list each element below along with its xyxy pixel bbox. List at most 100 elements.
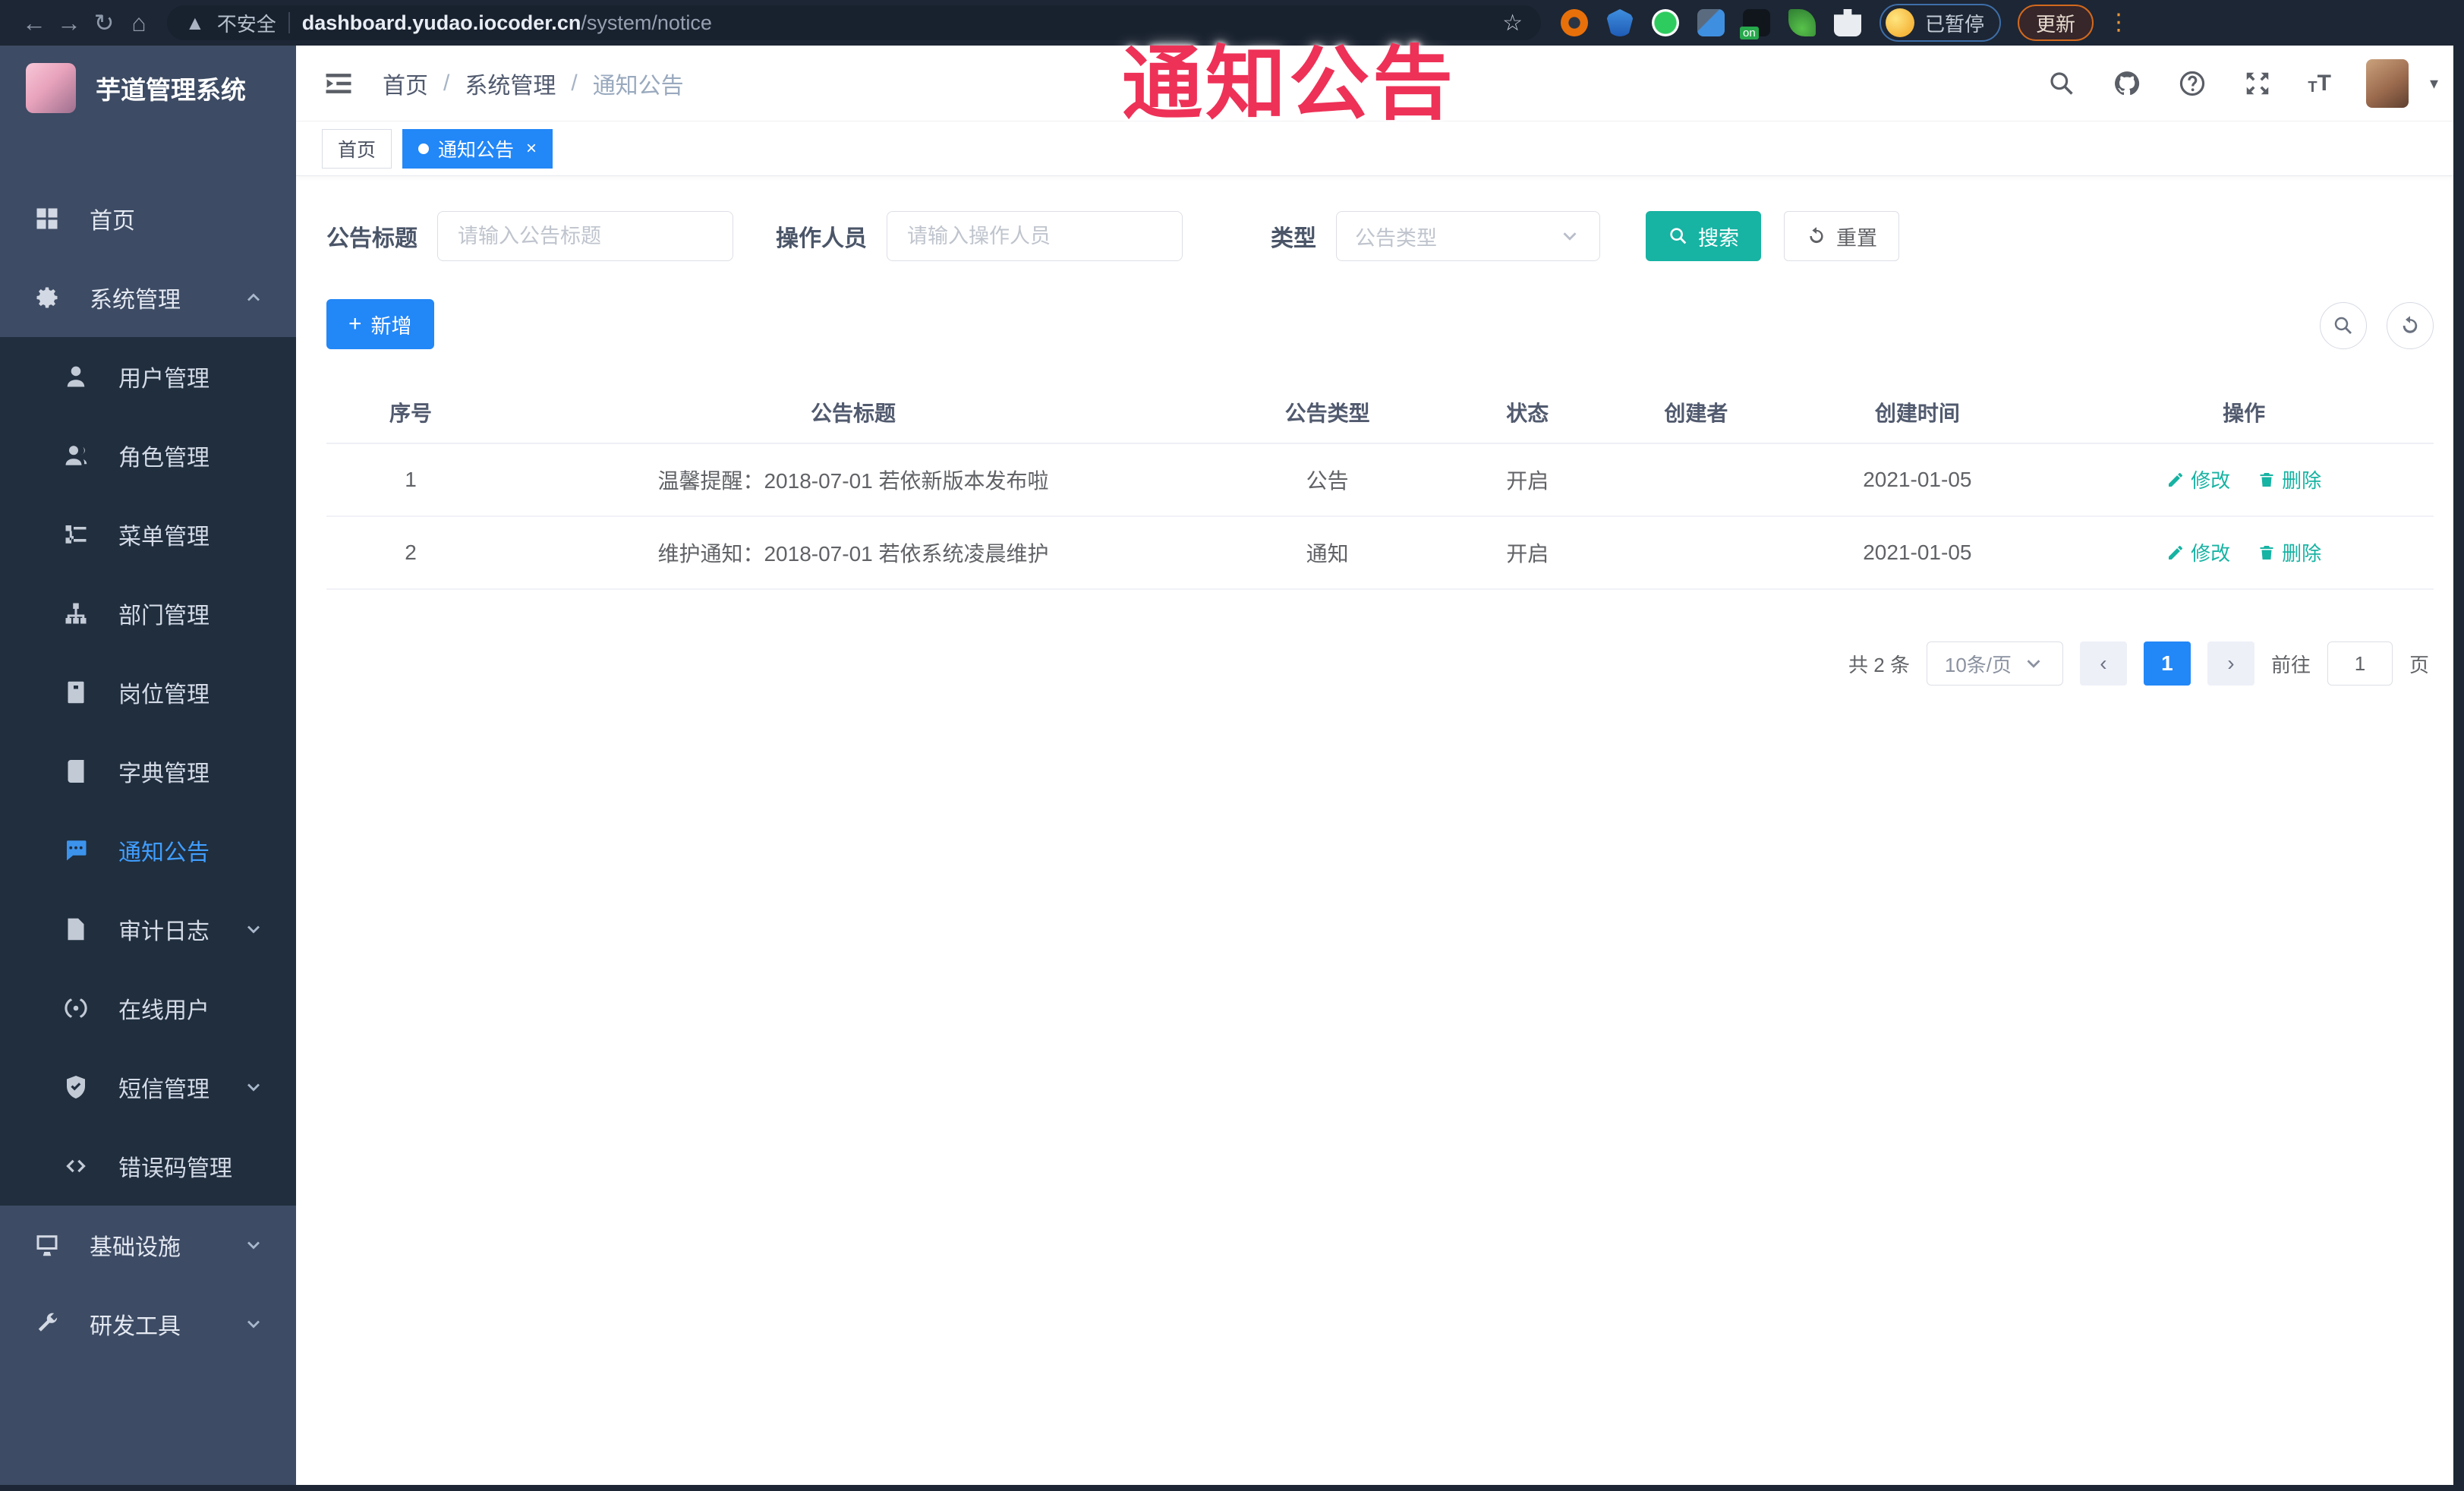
sidebar-item-label: 错误码管理 — [118, 1156, 232, 1181]
sidebar-item-post-mgmt[interactable]: 岗位管理 — [0, 653, 296, 732]
help-icon[interactable] — [2177, 68, 2207, 99]
log-icon — [61, 916, 91, 943]
sidebar-submenu: 用户管理角色管理 菜单管理 部门管理 岗位管理 字典管理 通知公告 审计日志在线用户短信管理… — [0, 337, 296, 1206]
page-size-value: 10条/页 — [1944, 653, 2012, 676]
chevron-down-icon — [243, 1234, 264, 1256]
sidebar-item-online-user[interactable]: 在线用户 — [0, 969, 296, 1048]
sidebar-item-system[interactable]: 系统管理 — [0, 258, 296, 337]
browser-menu-kebab-icon[interactable]: ⋮ — [2107, 11, 2131, 34]
sidebar-item-home[interactable]: 首页 — [0, 179, 296, 258]
sidebar-item-label: 用户管理 — [118, 367, 210, 392]
sidebar: 芋道管理系统 首页 系统管理用户管理角色管理 菜单管理 部门管理 岗位管理 字典管理 通知公… — [0, 46, 296, 1491]
extension-leaf-icon[interactable] — [1788, 9, 1816, 36]
extension-on-badge-icon[interactable] — [1740, 9, 1770, 39]
sidebar-item-sms-mgmt[interactable]: 短信管理 — [0, 1048, 296, 1127]
avatar-caret-icon[interactable]: ▾ — [2430, 74, 2438, 93]
github-icon[interactable] — [2112, 68, 2142, 99]
column-header: 公告标题 — [495, 381, 1212, 444]
next-page-button[interactable]: › — [2207, 641, 2254, 686]
add-button[interactable]: + 新增 — [326, 299, 434, 349]
main-area: 首页 / 系统管理 / 通知公告 TT ▾ 首页 通知公告 × 公告标题 请输入… — [296, 46, 2464, 1491]
search-icon[interactable] — [2047, 68, 2077, 99]
cell-type: 公告 — [1211, 443, 1444, 517]
sidebar-logo-row[interactable]: 芋道管理系统 — [0, 46, 296, 131]
sidebar-item-audit-log[interactable]: 审计日志 — [0, 890, 296, 969]
extension-green-circle-icon[interactable] — [1652, 9, 1679, 36]
badge-icon — [61, 679, 91, 706]
font-size-icon[interactable]: TT — [2308, 71, 2331, 95]
sidebar-item-menu-mgmt[interactable]: 菜单管理 — [0, 495, 296, 574]
column-header: 操作 — [2054, 381, 2434, 444]
filter-operator-label: 操作人员 — [776, 226, 867, 251]
sidebar-item-label: 在线用户 — [118, 998, 210, 1023]
operator-input[interactable] — [887, 211, 1183, 261]
extension-blue-icon[interactable] — [1606, 9, 1634, 36]
notice-title-input[interactable] — [437, 211, 733, 261]
pagination-total: 共 2 条 — [1848, 653, 1910, 676]
sidebar-item-infra[interactable]: 基础设施 — [0, 1206, 296, 1285]
sidebar-item-user-mgmt[interactable]: 用户管理 — [0, 337, 296, 416]
table-toolbar: + 新增 — [326, 261, 2434, 349]
security-warning-icon: ▲ — [185, 11, 205, 34]
edit-link-label: 修改 — [2191, 542, 2231, 566]
close-icon[interactable]: × — [526, 138, 537, 159]
extension-grid-icon[interactable] — [1697, 9, 1725, 36]
goto-page-input[interactable] — [2327, 641, 2393, 686]
search-button-label: 搜索 — [1698, 226, 1739, 250]
filter-form: 公告标题 操作人员 类型 公告类型 搜索 重置 — [326, 211, 2434, 261]
cell-type: 通知 — [1211, 516, 1444, 590]
navbar-icons: TT ▾ — [2047, 58, 2438, 108]
column-header: 序号 — [326, 381, 496, 444]
extension-puzzle-icon[interactable] — [1834, 9, 1861, 36]
breadcrumb-item[interactable]: 系统管理 — [465, 67, 556, 100]
sidebar-item-errcode-mgmt[interactable]: 错误码管理 — [0, 1127, 296, 1206]
cell-created: 2021-01-05 — [1780, 516, 2055, 590]
bookmark-star-icon[interactable]: ☆ — [1502, 10, 1523, 36]
sidebar-item-notice[interactable]: 通知公告 — [0, 811, 296, 890]
cell-actions: 修改 删除 — [2054, 443, 2434, 517]
browser-update-button[interactable]: 更新 — [2018, 5, 2094, 41]
sidebar-item-dev-tools[interactable]: 研发工具 — [0, 1285, 296, 1363]
cell-status: 开启 — [1443, 516, 1612, 590]
tab-通知公告[interactable]: 通知公告 × — [402, 128, 553, 169]
browser-forward-icon[interactable]: → — [52, 0, 87, 46]
extension-orange-icon[interactable] — [1561, 9, 1588, 36]
breadcrumb-item[interactable]: 首页 — [383, 67, 428, 100]
org-icon — [61, 600, 91, 627]
browser-profile-chip[interactable]: 已暂停 — [1880, 4, 2002, 42]
edit-link[interactable]: 修改 — [2166, 538, 2230, 566]
sidebar-item-label: 基础设施 — [90, 1235, 181, 1260]
app-logo — [26, 63, 76, 113]
browser-refresh-icon[interactable]: ↻ — [87, 0, 121, 46]
fullscreen-icon[interactable] — [2242, 68, 2273, 99]
reset-button[interactable]: 重置 — [1784, 211, 1899, 261]
chevron-down-icon — [243, 1313, 264, 1335]
sidebar-item-dept-mgmt[interactable]: 部门管理 — [0, 574, 296, 653]
prev-page-button[interactable]: ‹ — [2079, 641, 2127, 686]
delete-link[interactable]: 删除 — [2258, 465, 2321, 493]
security-label: 不安全 — [216, 12, 276, 36]
page-size-select[interactable]: 10条/页 — [1926, 641, 2063, 686]
sidebar-item-role-mgmt[interactable]: 角色管理 — [0, 416, 296, 495]
sidebar-fold-icon[interactable] — [322, 67, 355, 100]
sidebar-item-dict-mgmt[interactable]: 字典管理 — [0, 732, 296, 811]
tab-首页[interactable]: 首页 — [322, 128, 392, 169]
plus-icon: + — [348, 311, 362, 336]
cell-creator — [1612, 443, 1781, 517]
breadcrumb: 首页 / 系统管理 / 通知公告 — [383, 67, 684, 100]
toggle-search-button[interactable] — [2320, 302, 2367, 349]
edit-link[interactable]: 修改 — [2166, 465, 2230, 493]
notice-type-select[interactable]: 公告类型 — [1336, 211, 1600, 261]
search-button[interactable]: 搜索 — [1646, 211, 1761, 261]
user-avatar[interactable] — [2365, 58, 2409, 108]
refresh-table-button[interactable] — [2387, 302, 2434, 349]
gear-icon — [32, 284, 62, 311]
message-icon — [61, 837, 91, 864]
code-icon — [61, 1152, 91, 1180]
page-1-button[interactable]: 1 — [2143, 641, 2191, 686]
window-edge-right — [2453, 46, 2464, 1491]
browser-home-icon[interactable]: ⌂ — [121, 0, 156, 46]
delete-link[interactable]: 删除 — [2258, 538, 2321, 566]
browser-back-icon[interactable]: ← — [17, 0, 52, 46]
sidebar-menu: 首页 系统管理用户管理角色管理 菜单管理 部门管理 岗位管理 字典管理 通知公告 审计日志在线… — [0, 179, 296, 1363]
